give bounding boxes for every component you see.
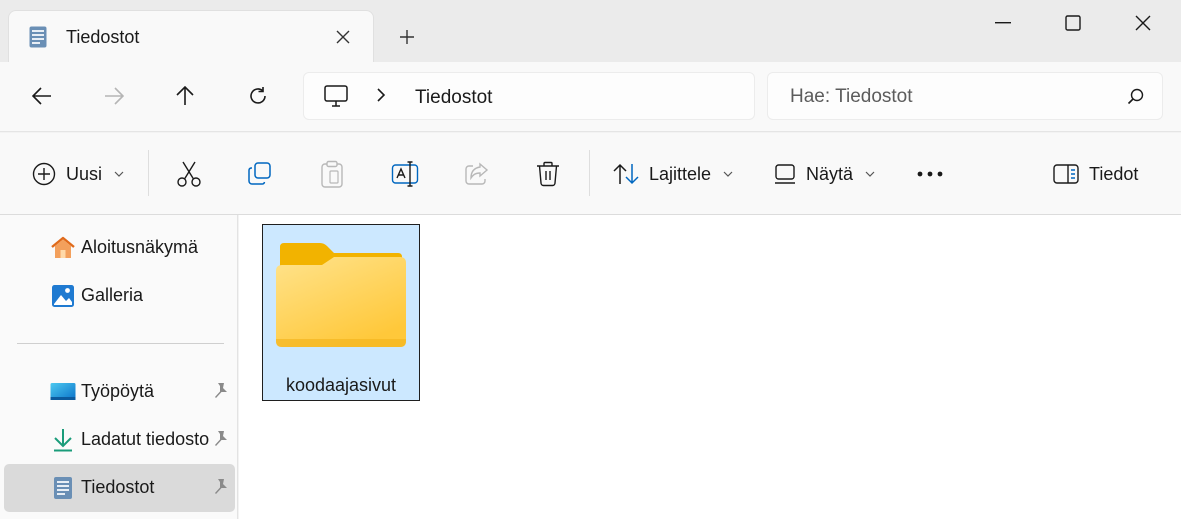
copy-button[interactable] — [247, 153, 273, 195]
details-pane-icon — [1053, 164, 1079, 184]
sidebar-item-desktop[interactable]: Työpöytä — [4, 368, 235, 416]
sidebar-item-documents[interactable]: Tiedostot — [4, 464, 235, 512]
scissors-icon — [177, 161, 201, 187]
folder-item[interactable]: koodaajasivut — [262, 224, 420, 401]
sidebar-item-downloads[interactable]: Ladatut tiedosto — [4, 416, 235, 464]
close-icon — [1135, 15, 1151, 31]
new-button[interactable]: Uusi — [32, 153, 124, 195]
arrow-up-icon — [176, 86, 194, 105]
arrow-right-icon — [105, 87, 124, 105]
desktop-icon — [50, 379, 76, 405]
tab-title: Tiedostot — [66, 27, 140, 47]
refresh-icon — [250, 87, 266, 104]
folder-name: koodaajasivut — [285, 375, 397, 395]
more-options-button[interactable] — [917, 153, 943, 195]
new-button-label: Uusi — [66, 163, 103, 184]
chevron-down-icon — [865, 171, 875, 177]
close-tab-button[interactable] — [327, 21, 359, 53]
search-icon — [1127, 88, 1144, 110]
search-box[interactable] — [767, 72, 1163, 120]
title-bar: Tiedostot — [0, 0, 1181, 62]
view-button-label: Näytä — [806, 163, 854, 184]
trash-icon — [537, 161, 559, 187]
details-pane-button[interactable]: Tiedot — [1053, 153, 1138, 195]
new-tab-button[interactable] — [390, 20, 424, 54]
navigation-pane: Aloitusnäkymä Galleria Työpöytä Ladatut … — [0, 215, 238, 519]
view-icon — [775, 164, 795, 184]
sort-icon — [613, 163, 639, 185]
pin-icon[interactable] — [212, 382, 228, 405]
up-button[interactable] — [167, 80, 203, 112]
maximize-icon — [1065, 15, 1081, 31]
toolbar-separator — [148, 150, 149, 196]
delete-button[interactable] — [536, 153, 560, 195]
file-list-area[interactable]: koodaajasivut — [239, 215, 1181, 519]
pin-icon[interactable] — [212, 430, 228, 453]
pin-icon[interactable] — [212, 478, 228, 501]
download-icon — [50, 427, 76, 453]
documents-icon — [29, 26, 47, 48]
arrow-left-icon — [32, 87, 51, 105]
rename-icon — [391, 161, 419, 187]
address-bar[interactable]: Tiedostot — [303, 72, 755, 120]
rename-button[interactable] — [391, 153, 419, 195]
sidebar-item-label: Tiedostot — [81, 477, 155, 497]
share-icon — [465, 162, 489, 185]
documents-icon — [50, 475, 76, 501]
clipboard-icon — [321, 160, 343, 188]
refresh-button[interactable] — [240, 80, 276, 112]
minimize-icon — [995, 22, 1011, 24]
sidebar-item-label: Ladatut tiedosto — [81, 429, 210, 449]
gallery-icon — [50, 283, 76, 309]
folder-icon — [276, 243, 406, 354]
share-button[interactable] — [464, 153, 490, 195]
sort-button[interactable]: Lajittele — [613, 153, 733, 195]
more-icon — [917, 171, 943, 177]
command-bar: Uusi Lajittele Näytä Tiedot — [0, 133, 1181, 215]
breadcrumb-tiedostot[interactable]: Tiedostot — [415, 87, 492, 109]
sidebar-item-home[interactable]: Aloitusnäkymä — [4, 224, 235, 272]
copy-icon — [248, 162, 271, 185]
forward-button[interactable] — [96, 80, 132, 112]
toolbar-separator — [589, 150, 590, 196]
cut-button[interactable] — [176, 153, 202, 195]
close-icon — [336, 30, 350, 44]
home-icon — [50, 235, 76, 261]
back-button[interactable] — [24, 80, 60, 112]
close-window-button[interactable] — [1108, 0, 1178, 46]
sidebar-item-label: Aloitusnäkymä — [81, 237, 199, 257]
sort-button-label: Lajittele — [649, 163, 712, 184]
plus-icon — [400, 30, 414, 44]
this-pc-icon[interactable] — [324, 85, 348, 112]
view-button[interactable]: Näytä — [774, 153, 875, 195]
sidebar-divider — [17, 343, 224, 344]
tab-tiedostot[interactable]: Tiedostot — [8, 10, 374, 62]
maximize-button[interactable] — [1038, 0, 1108, 46]
sidebar-item-gallery[interactable]: Galleria — [4, 272, 235, 320]
add-circle-icon — [32, 162, 56, 186]
paste-button[interactable] — [319, 153, 345, 195]
sidebar-item-label: Työpöytä — [81, 381, 155, 401]
sidebar-item-label: Galleria — [81, 285, 144, 305]
navigation-bar: Tiedostot — [0, 62, 1181, 132]
minimize-button[interactable] — [968, 0, 1038, 46]
search-input[interactable] — [790, 85, 1110, 109]
details-pane-label: Tiedot — [1089, 163, 1139, 184]
chevron-down-icon — [723, 171, 733, 177]
chevron-down-icon — [114, 171, 124, 177]
chevron-right-icon[interactable] — [376, 87, 386, 108]
